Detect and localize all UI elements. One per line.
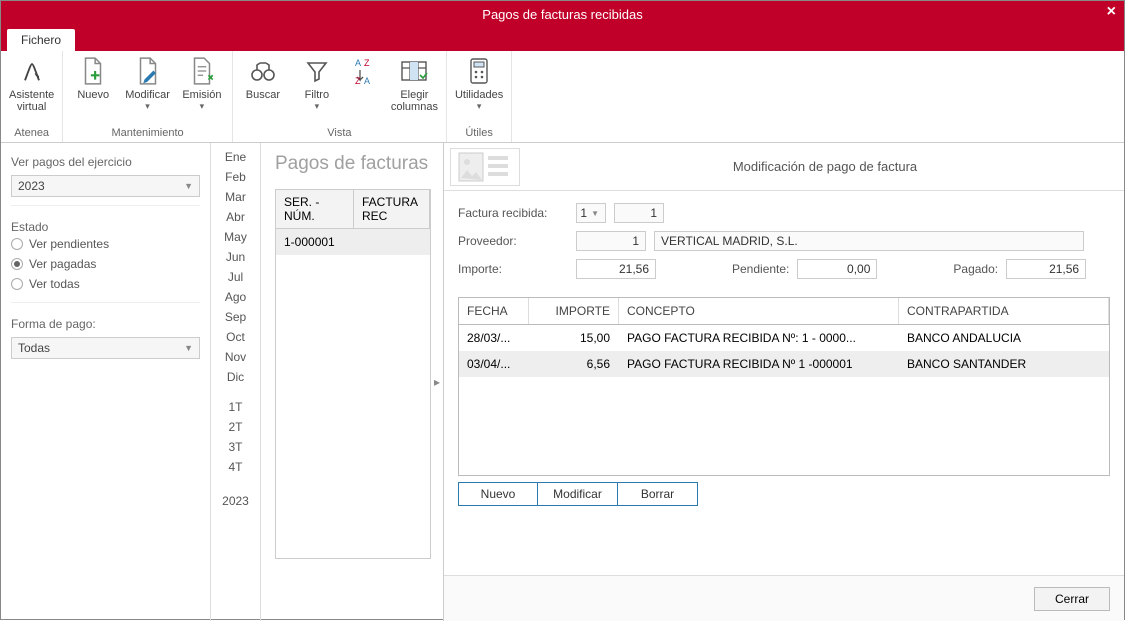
estado-label: Estado [11, 220, 200, 234]
payments-grid: FECHA IMPORTE CONCEPTO CONTRAPARTIDA 28/… [458, 297, 1110, 476]
factura-num[interactable]: 1 [614, 203, 664, 223]
group-utiles-label: Útiles [455, 126, 503, 140]
elegir-columnas-button[interactable]: Elegir columnas [391, 55, 438, 113]
pendiente-value: 0,00 [797, 259, 877, 279]
quarter-2t[interactable]: 2T [211, 419, 260, 435]
pagado-label: Pagado: [953, 262, 998, 276]
month-sep[interactable]: Sep [211, 309, 260, 325]
edit-doc-icon [132, 55, 164, 87]
nuevo-button[interactable]: Nuevo [458, 482, 538, 506]
col-concepto[interactable]: CONCEPTO [619, 298, 899, 324]
radio-pendientes[interactable]: Ver pendientes [11, 234, 200, 254]
radio-todas[interactable]: Ver todas [11, 274, 200, 294]
detail-panel: Modificación de pago de factura Factura … [443, 143, 1124, 621]
asistente-button[interactable]: Asistente virtual [9, 55, 54, 113]
chevron-down-icon: ▾ [200, 101, 205, 112]
main-list: Pagos de facturas SER. - NÚM. FACTURA RE… [261, 143, 431, 621]
page-title: Pagos de facturas [275, 153, 431, 175]
grid-header: SER. - NÚM. FACTURA REC [275, 189, 431, 229]
sort-button[interactable]: AZZA [349, 55, 381, 87]
columns-icon [398, 55, 430, 87]
group-mant-label: Mantenimiento [71, 126, 224, 140]
proveedor-label: Proveedor: [458, 234, 568, 248]
new-doc-icon [77, 55, 109, 87]
tab-fichero[interactable]: Fichero [7, 29, 75, 51]
chevron-down-icon: ▾ [145, 101, 150, 112]
svg-text:Z: Z [355, 76, 361, 86]
forma-select[interactable]: Todas ▼ [11, 337, 200, 359]
chevron-down-icon: ▼ [184, 181, 193, 191]
emision-button[interactable]: Emisión ▾ [180, 55, 224, 112]
proveedor-nombre: VERTICAL MADRID, S.L. [654, 231, 1084, 251]
month-jul[interactable]: Jul [211, 269, 260, 285]
funnel-icon [301, 55, 333, 87]
tab-strip: Fichero [1, 27, 1124, 51]
detail-title: Modificación de pago de factura [526, 159, 1124, 174]
calculator-icon [463, 55, 495, 87]
pagado-value: 21,56 [1006, 259, 1086, 279]
svg-text:Z: Z [364, 58, 370, 68]
title-bar: Pagos de facturas recibidas × [1, 1, 1124, 27]
chevron-down-icon: ▼ [184, 343, 193, 353]
splitter-handle[interactable]: ▸ [431, 143, 443, 621]
month-oct[interactable]: Oct [211, 329, 260, 345]
close-icon[interactable]: × [1107, 3, 1116, 21]
group-vista-label: Vista [241, 126, 438, 140]
forma-label: Forma de pago: [11, 317, 200, 331]
svg-text:A: A [364, 76, 370, 86]
ver-pagos-label: Ver pagos del ejercicio [11, 155, 200, 169]
binoculars-icon [247, 55, 279, 87]
col-ser-num[interactable]: SER. - NÚM. [276, 190, 354, 228]
utilidades-button[interactable]: Utilidades ▾ [455, 55, 503, 112]
alpha-icon [16, 55, 48, 87]
ribbon: Asistente virtual Atenea Nuevo Modificar… [1, 51, 1124, 143]
month-abr[interactable]: Abr [211, 209, 260, 225]
payment-row[interactable]: 28/03/... 15,00 PAGO FACTURA RECIBIDA Nº… [459, 325, 1109, 351]
borrar-button[interactable]: Borrar [618, 482, 698, 506]
svg-text:A: A [355, 58, 361, 68]
month-feb[interactable]: Feb [211, 169, 260, 185]
quarter-4t[interactable]: 4T [211, 459, 260, 475]
thumb-image [450, 148, 520, 186]
cerrar-button[interactable]: Cerrar [1034, 587, 1110, 611]
chevron-down-icon: ▾ [315, 101, 320, 112]
modificar-button[interactable]: Modificar [538, 482, 618, 506]
col-fecha[interactable]: FECHA [459, 298, 529, 324]
month-ago[interactable]: Ago [211, 289, 260, 305]
year-2023[interactable]: 2023 [211, 493, 260, 509]
nuevo-button[interactable]: Nuevo [71, 55, 115, 101]
radio-pagadas[interactable]: Ver pagadas [11, 254, 200, 274]
group-atenea-label: Atenea [9, 126, 54, 140]
filtro-button[interactable]: Filtro ▾ [295, 55, 339, 112]
modificar-button[interactable]: Modificar ▾ [125, 55, 170, 112]
sort-az-icon: AZZA [349, 55, 381, 87]
col-factura[interactable]: FACTURA REC [354, 190, 430, 228]
factura-label: Factura recibida: [458, 206, 568, 220]
payment-row[interactable]: 03/04/... 6,56 PAGO FACTURA RECIBIDA Nº … [459, 351, 1109, 377]
chevron-down-icon: ▾ [477, 101, 482, 112]
proveedor-cod[interactable]: 1 [576, 231, 646, 251]
emit-doc-icon [186, 55, 218, 87]
col-contrapartida[interactable]: CONTRAPARTIDA [899, 298, 1109, 324]
month-may[interactable]: May [211, 229, 260, 245]
importe-value: 21,56 [576, 259, 656, 279]
year-select[interactable]: 2023 ▼ [11, 175, 200, 197]
sidebar: Ver pagos del ejercicio 2023 ▼ Estado Ve… [1, 143, 211, 621]
pendiente-label: Pendiente: [732, 262, 789, 276]
month-strip: Ene Feb Mar Abr May Jun Jul Ago Sep Oct … [211, 143, 261, 621]
window-title: Pagos de facturas recibidas [482, 7, 642, 22]
importe-label: Importe: [458, 262, 568, 276]
quarter-1t[interactable]: 1T [211, 399, 260, 415]
month-dic[interactable]: Dic [211, 369, 260, 385]
col-importe[interactable]: IMPORTE [529, 298, 619, 324]
month-jun[interactable]: Jun [211, 249, 260, 265]
month-mar[interactable]: Mar [211, 189, 260, 205]
quarter-3t[interactable]: 3T [211, 439, 260, 455]
month-nov[interactable]: Nov [211, 349, 260, 365]
factura-serie[interactable]: 1▼ [576, 203, 606, 223]
month-ene[interactable]: Ene [211, 149, 260, 165]
list-row[interactable]: 1-000001 [276, 229, 430, 255]
buscar-button[interactable]: Buscar [241, 55, 285, 101]
